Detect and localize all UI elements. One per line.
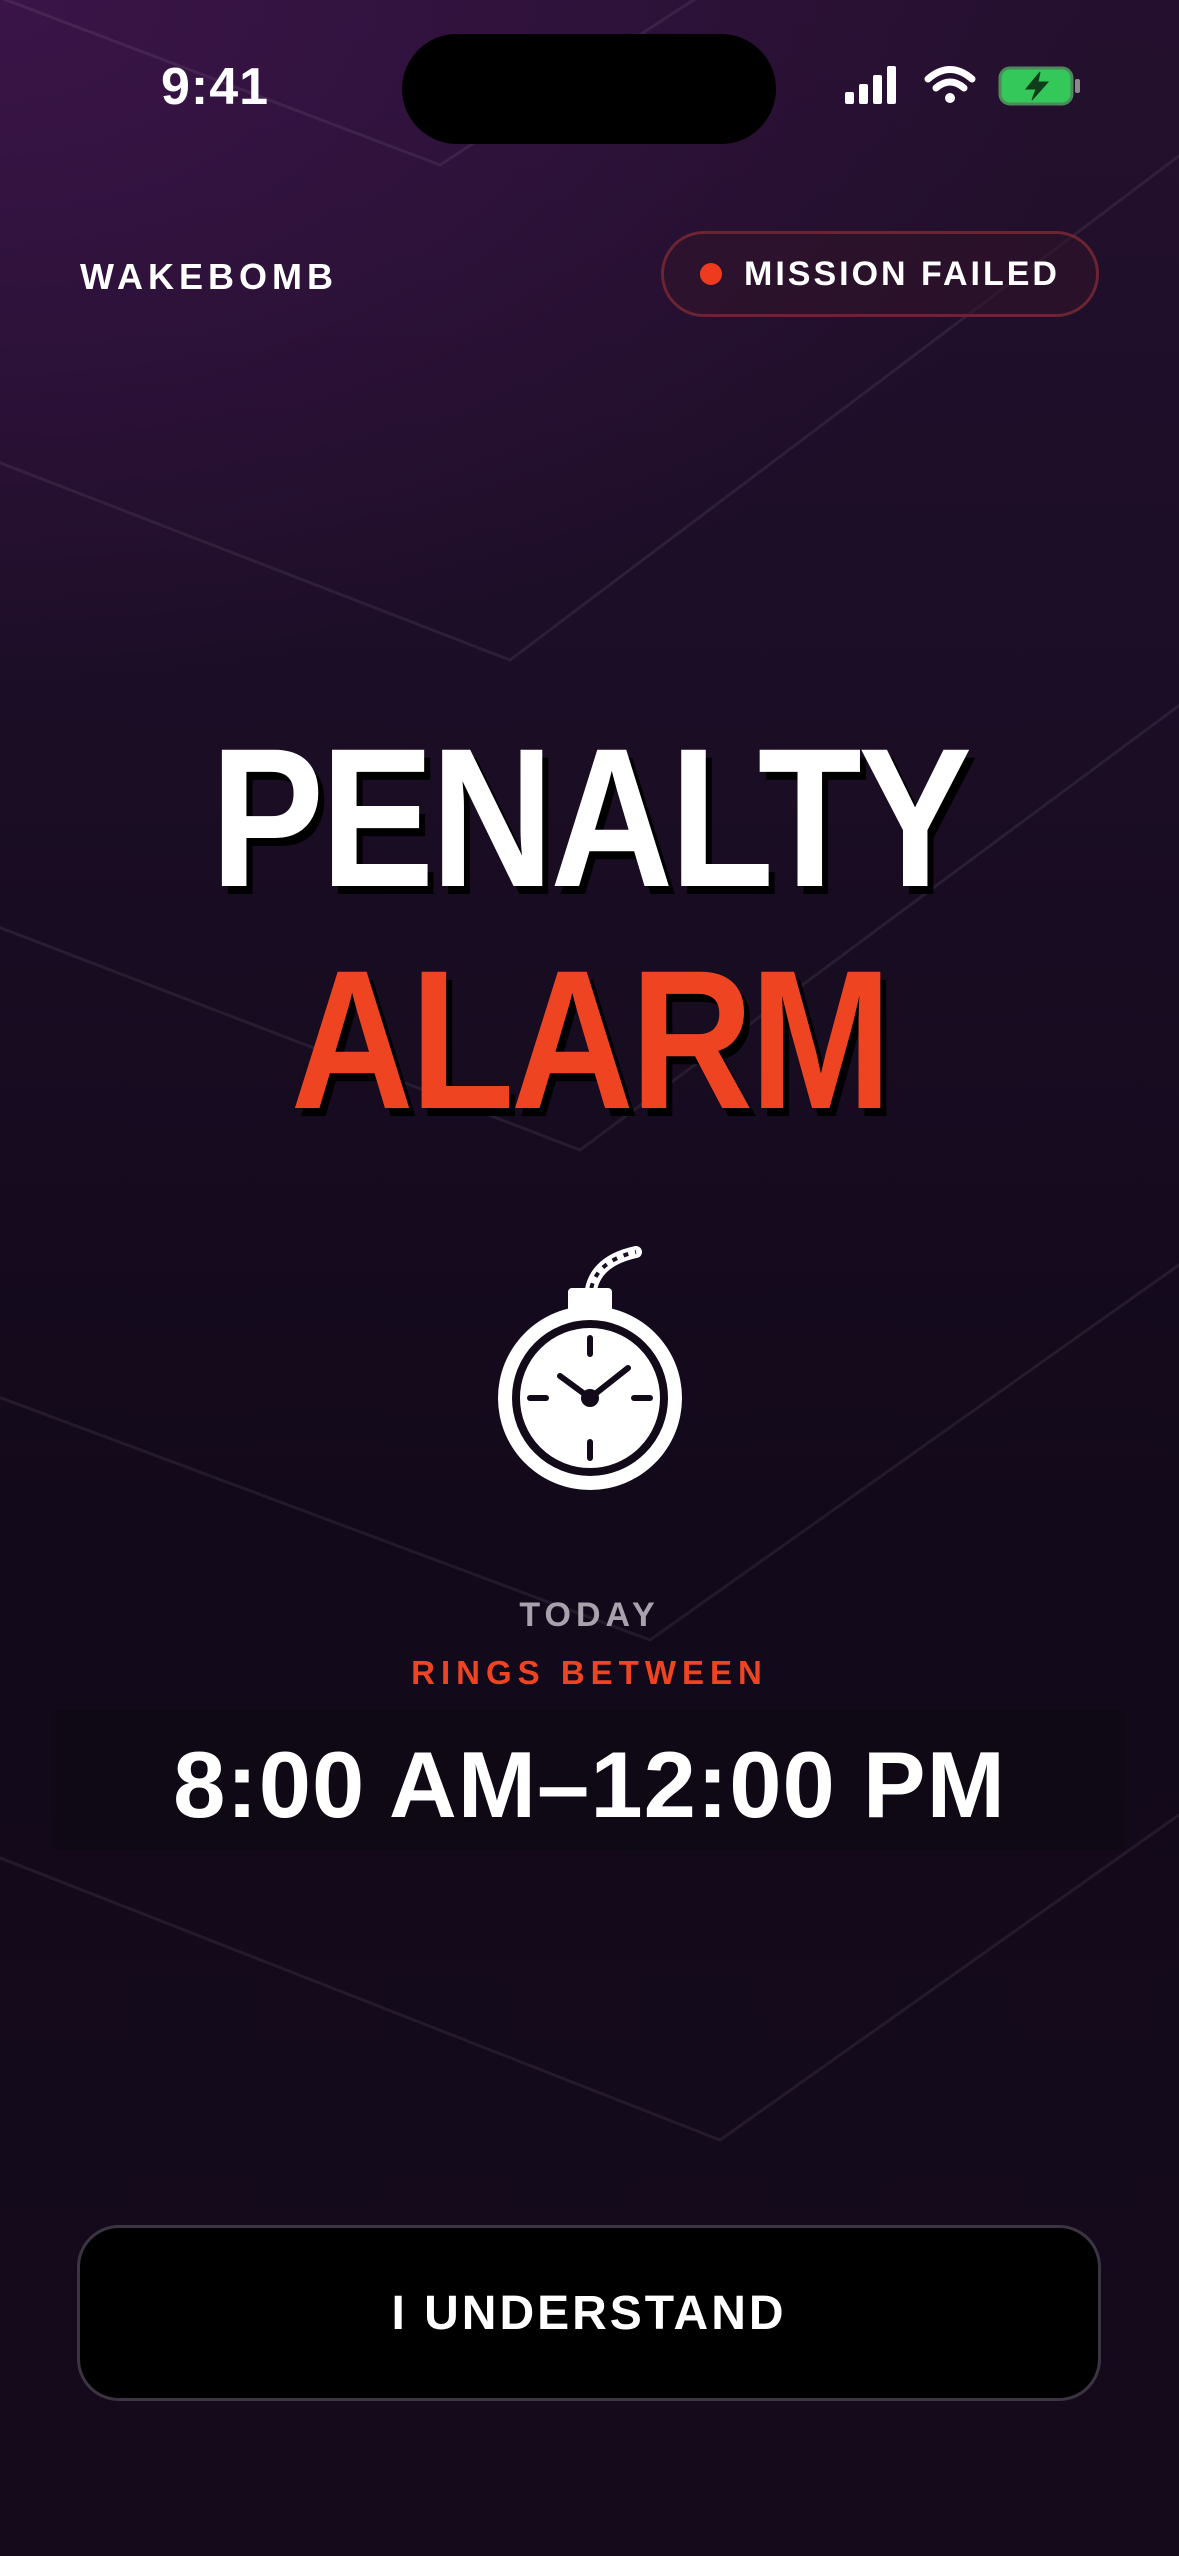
wifi-icon	[924, 66, 976, 103]
time-range: 8:00 AM–12:00 PM	[173, 1732, 1006, 1837]
penalty-alarm-screen: 9:41 WAKEBOMB MISSION FAILED PENALTY ALA…	[0, 0, 1179, 2556]
rings-between-label: RINGS BETWEEN	[411, 1654, 768, 1691]
app-brand: WAKEBOMB	[80, 256, 338, 297]
title-line-alarm: ALARM	[290, 929, 892, 1150]
cellular-signal-icon	[845, 66, 896, 104]
title-line-penalty: PENALTY	[210, 707, 972, 928]
status-time: 9:41	[160, 58, 270, 116]
day-label: TODAY	[519, 1596, 660, 1634]
dynamic-island	[402, 34, 776, 144]
i-understand-button[interactable]: I UNDERSTAND	[77, 2225, 1101, 2401]
mission-status-badge: MISSION FAILED	[661, 231, 1099, 317]
bomb-clock-icon	[498, 1246, 682, 1490]
mission-status-label: MISSION FAILED	[744, 255, 1060, 293]
i-understand-label: I UNDERSTAND	[391, 2286, 787, 2340]
status-icons	[845, 66, 1080, 106]
battery-charging-icon	[998, 66, 1080, 106]
status-dot-icon	[700, 263, 723, 285]
